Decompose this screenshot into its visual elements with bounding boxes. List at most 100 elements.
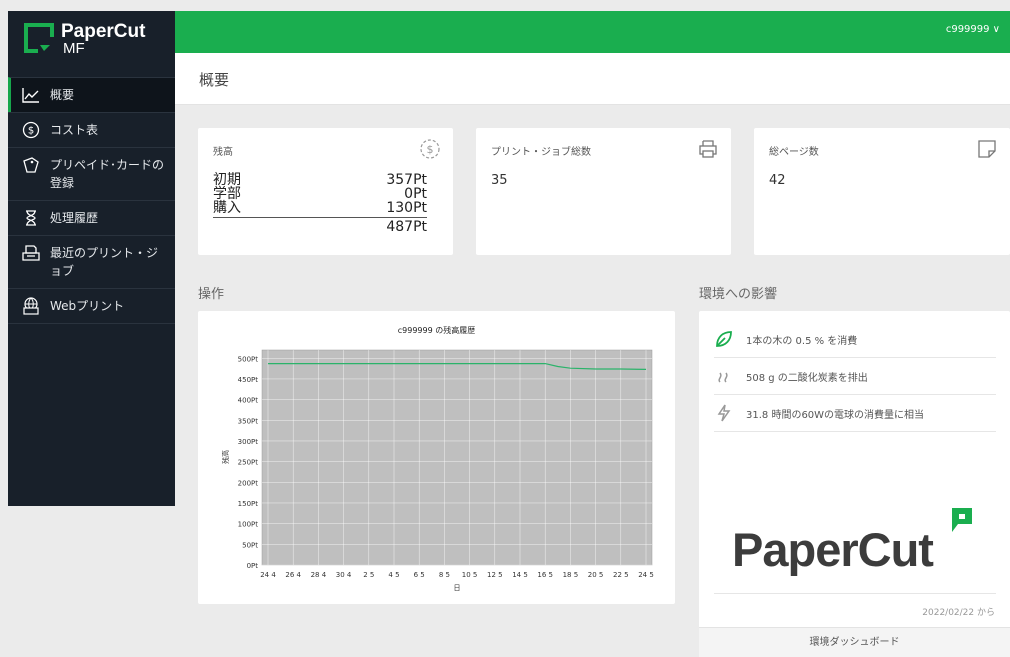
total-pages-card: 総ページ数 42 [754, 128, 1010, 255]
svg-text:$: $ [427, 143, 434, 156]
balance-row-label: 購入 [213, 200, 241, 216]
sidebar-item-cost-table[interactable]: $ コスト表 [8, 112, 175, 147]
user-menu[interactable]: c999999 ∨ [946, 24, 1000, 35]
y-tick-label: 350Pt [238, 417, 259, 425]
env-item-energy: 31.8 時間の60Wの電球の消費量に相当 [714, 395, 996, 432]
y-tick-label: 400Pt [238, 397, 259, 405]
plot-area [261, 349, 653, 566]
x-tick-label: 10 5 [462, 571, 478, 579]
env-item-text: 508 g の二酸化炭素を排出 [746, 372, 868, 384]
balance-total-row: 487Pt [213, 220, 427, 234]
printer-icon [699, 140, 717, 158]
leaf-icon [716, 331, 732, 347]
x-tick-label: 6 5 [414, 571, 425, 579]
y-axis-label: 残高 [221, 450, 230, 464]
x-tick-label: 22 5 [613, 571, 629, 579]
globe-printer-icon [23, 297, 39, 315]
y-tick-label: 50Pt [242, 541, 258, 549]
environment-dashboard-link[interactable]: 環境ダッシュボード [699, 627, 1010, 657]
printer-tray-icon [22, 245, 40, 261]
dollar-circle-icon: $ [22, 121, 40, 139]
print-jobs-card: プリント・ジョブ総数 35 [476, 128, 731, 255]
logo-subtext: MF [63, 40, 85, 57]
sidebar-item-overview[interactable]: 概要 [8, 77, 175, 112]
y-tick-label: 250Pt [238, 459, 259, 467]
x-tick-label: 16 5 [537, 571, 553, 579]
env-item-text: 1本の木の 0.5 % を消費 [746, 335, 858, 347]
sidebar-item-label: 最近のプリント・ジョブ [50, 246, 159, 278]
y-tick-label: 100Pt [238, 521, 259, 529]
activity-section-title: 操作 [198, 287, 225, 302]
sidebar-nav: 概要 $ コスト表 プリペイド･カードの登録 処理履歴 最近のプリント・ジョブ … [8, 77, 175, 324]
balance-row-department: 学部 0Pt [213, 187, 427, 201]
lightning-icon [717, 404, 731, 422]
tag-icon [23, 157, 39, 173]
sidebar-item-history[interactable]: 処理履歴 [8, 200, 175, 235]
sidebar-item-prepaid-card[interactable]: プリペイド･カードの登録 [8, 147, 175, 200]
smoke-icon [718, 372, 728, 383]
svg-text:$: $ [28, 126, 34, 137]
balance-row-value: 130Pt [386, 200, 427, 216]
sidebar-item-label: 概要 [50, 88, 75, 102]
sidebar-item-label: コスト表 [50, 123, 99, 137]
page-icon [978, 140, 996, 158]
x-tick-label: 30 4 [336, 571, 352, 579]
sidebar: PaperCut MF 概要 $ コスト表 プリペイド･カードの登録 処理履歴 … [8, 11, 175, 506]
total-pages-title: 総ページ数 [769, 147, 819, 158]
sidebar-item-web-print[interactable]: Webプリント [8, 288, 175, 324]
hourglass-icon [26, 210, 36, 226]
x-tick-label: 24 4 [260, 571, 276, 579]
balance-row-initial: 初期 357Pt [213, 173, 427, 187]
top-bar: c999999 ∨ [175, 11, 1010, 53]
x-tick-label: 12 5 [487, 571, 503, 579]
x-tick-label: 2 5 [363, 571, 374, 579]
env-item-trees: 1本の木の 0.5 % を消費 [714, 321, 996, 358]
balance-row-label: 学部 [213, 186, 241, 202]
sidebar-item-label: Webプリント [50, 299, 125, 313]
logo-text: PaperCut [61, 21, 146, 42]
x-tick-label: 14 5 [512, 571, 528, 579]
y-tick-label: 300Pt [238, 438, 259, 446]
balance-history-chart: 0Pt 50Pt 100Pt 150Pt 200Pt 250Pt 300Pt 350Pt 400… [221, 349, 654, 592]
papercut-flag-icon [952, 508, 972, 532]
balance-row-purchase: 購入 130Pt [213, 201, 427, 215]
sidebar-item-recent-jobs[interactable]: 最近のプリント・ジョブ [8, 235, 175, 288]
since-date: 2022/02/22 から [922, 608, 995, 618]
x-tick-label: 24 5 [638, 571, 654, 579]
chart-line-icon [22, 88, 39, 103]
sidebar-item-label: プリペイド･カードの登録 [50, 158, 165, 190]
balance-row-value: 0Pt [404, 186, 427, 202]
x-tick-label: 28 4 [311, 571, 327, 579]
x-axis-label: 日 [454, 584, 461, 592]
y-tick-label: 450Pt [238, 376, 259, 384]
balance-row-value: 357Pt [386, 172, 427, 188]
env-divider [714, 593, 996, 594]
print-jobs-value: 35 [491, 173, 508, 188]
page-title: 概要 [199, 71, 230, 89]
total-pages-value: 42 [769, 173, 786, 188]
balance-history-card: c999999 の残高履歴 0Pt 50Pt 100Pt 150Pt 200Pt 250P… [198, 311, 675, 604]
x-tick-label: 20 5 [588, 571, 604, 579]
env-item-text: 31.8 時間の60Wの電球の消費量に相当 [746, 409, 925, 421]
environment-section-title: 環境への影響 [699, 287, 778, 302]
balance-row-label: 初期 [213, 172, 241, 188]
balance-card: 残高 $ 初期 357Pt 学部 0Pt 購入 130Pt 487Pt [198, 128, 453, 255]
x-tick-label: 4 5 [388, 571, 399, 579]
balance-title: 残高 [213, 147, 233, 158]
x-tick-label: 8 5 [439, 571, 450, 579]
dollar-circle-icon: $ [420, 139, 440, 159]
environment-card: 1本の木の 0.5 % を消費 508 g の二酸化炭素を排出 31.8 時間の… [699, 311, 1010, 657]
y-tick-label: 200Pt [238, 479, 259, 487]
sidebar-item-label: 処理履歴 [50, 211, 99, 225]
papercut-mark-icon [24, 23, 54, 53]
x-tick-label: 26 4 [285, 571, 301, 579]
print-jobs-title: プリント・ジョブ総数 [491, 147, 591, 158]
balance-total: 487Pt [386, 219, 427, 235]
papercut-wordmark-text: PaperCut [732, 523, 934, 576]
papercut-wordmark: PaperCut [732, 508, 992, 581]
y-tick-label: 500Pt [238, 355, 259, 363]
env-item-co2: 508 g の二酸化炭素を排出 [714, 358, 996, 395]
balance-divider [213, 217, 427, 218]
papercut-logo[interactable]: PaperCut MF [24, 21, 154, 59]
y-tick-label: 0Pt [247, 562, 259, 570]
